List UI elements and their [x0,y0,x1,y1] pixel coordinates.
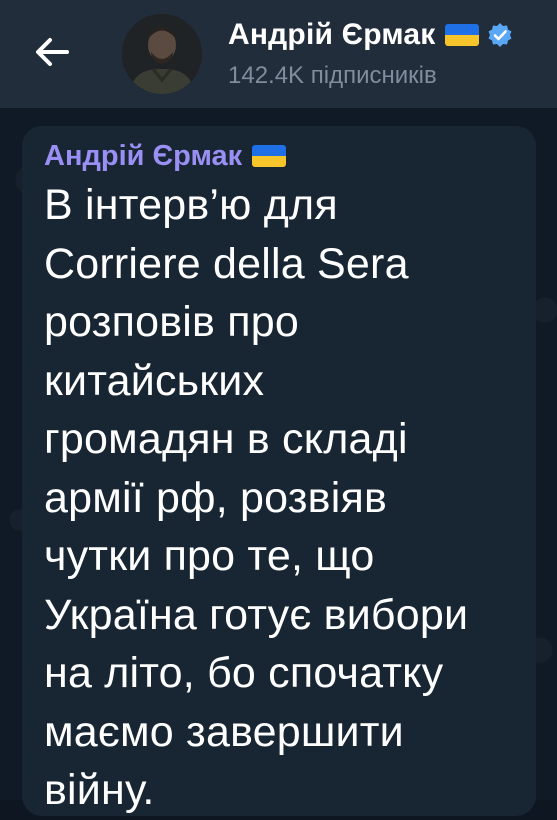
message-sender[interactable]: Андрій Єрмак [44,140,242,173]
message-line: війну. [44,766,155,814]
message-line: чутки про те, що [44,532,375,580]
message-line: на літо, бо спочатку [44,649,444,697]
message-line: китайських [44,356,265,405]
channel-avatar[interactable] [122,14,202,94]
channel-title-row[interactable]: Андрій Єрмак [228,18,513,52]
message-sender-row: Андрій Єрмак [44,138,516,174]
verified-badge-icon [488,23,512,47]
message-line: армії рф, розвіяв [44,473,388,522]
message-line: Україна готує вибори [44,590,469,639]
back-button[interactable] [28,28,76,76]
channel-title: Андрій Єрмак [228,18,436,51]
ukraine-flag-icon [252,145,287,167]
avatar-image [122,14,202,94]
chat-header: Андрій Єрмак 142.4K підписників [0,0,557,108]
message-line: маємо завершити [44,707,404,756]
message-line: Corriere della Sera [44,239,409,288]
message-line: розповів про [44,298,299,346]
subscriber-count: 142.4K підписників [228,62,437,89]
message-line: громадян в складі [44,415,408,463]
arrow-left-icon [36,38,69,66]
message-bubble[interactable]: Андрій Єрмак В інтерв’ю для Corriere del… [22,126,536,816]
ukraine-flag-icon [445,24,480,46]
message-text: В інтерв’ю для Corriere della Sera розпо… [44,176,516,820]
message-line: В інтерв’ю для [44,181,338,229]
